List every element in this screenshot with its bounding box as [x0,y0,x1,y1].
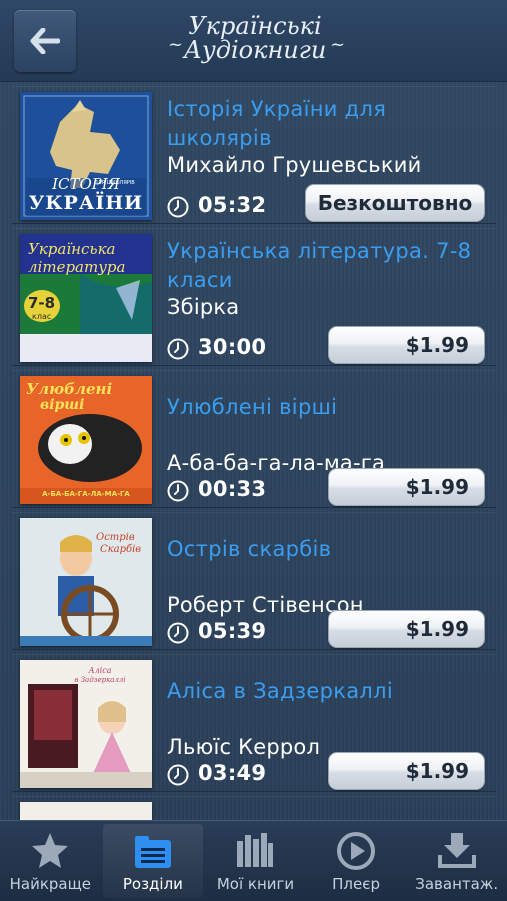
tab-player[interactable]: Плеєр [306,821,407,901]
price-button[interactable]: $1.99 [328,610,485,648]
book-row[interactable]: Острів Скарбів Острів скарбів Роберт Сті… [12,512,496,650]
tab-sections[interactable]: Розділи [102,824,204,898]
cover-subtitle: А-БА-БА-ГА-ЛА-МА-ГА [42,490,130,498]
tab-label: Плеєр [332,875,380,893]
book-cover: Улюблені вірші А-БА-БА-ГА-ЛА-МА-ГА [20,376,152,504]
book-author: Збірка [167,295,240,319]
book-cover: Українська література 7-8 клас [20,234,152,362]
cover-grade-label: клас [32,312,52,321]
book-title[interactable]: Улюблені вірші [167,393,487,422]
cover-grade: 7-8 [28,294,56,312]
cover-title-line-2: в Задзеркаллі [74,676,126,684]
play-icon [337,832,376,870]
back-button[interactable] [14,10,76,72]
download-icon [437,833,476,868]
price-button[interactable]: $1.99 [328,752,485,790]
books-icon [237,833,274,867]
clock-icon [167,622,189,644]
cover-subtitle: ДЛЯ ШКОЛЯРІВ [94,180,135,186]
tab-downloads[interactable]: Завантаж. [406,821,507,901]
book-duration: 00:33 [198,477,267,501]
book-cover: Острів Скарбів [20,518,152,646]
cover-title-line-2: УКРАЇНИ [28,192,144,214]
book-title[interactable]: Острів скарбів [167,535,487,564]
clock-icon [167,196,189,218]
book-cover: ІСТОРІЯ УКРАЇНИ ДЛЯ ШКОЛЯРІВ [20,92,152,220]
star-icon [32,833,69,868]
clock-icon [167,338,189,360]
book-title[interactable]: Українська література. 7-8 класи [167,237,487,295]
price-button[interactable]: Безкоштовно [305,184,485,222]
book-cover [20,802,152,820]
logo-tilde-right: ~ [330,34,346,55]
book-row-partial[interactable] [12,796,496,820]
tab-label: Розділи [122,875,183,893]
book-title[interactable]: Історія України для школярів [167,95,487,153]
cover-title-line-2: вірші [40,397,85,413]
cover-title-line-2: Скарбів [100,544,142,555]
price-button[interactable]: $1.99 [328,326,485,364]
book-cover: Аліса в Задзеркаллі [20,660,152,788]
book-duration: 03:49 [198,761,267,785]
book-row[interactable]: ІСТОРІЯ УКРАЇНИ ДЛЯ ШКОЛЯРІВ Історія Укр… [12,86,496,224]
cover-title-line-1: Українська [28,240,116,258]
clock-icon [167,764,189,786]
tab-label: Завантаж. [415,875,499,893]
tab-best[interactable]: Найкраще [0,821,101,901]
cover-title-line-1: Улюблені [26,380,113,398]
book-author: Льюїс Керрол [167,735,321,759]
price-button[interactable]: $1.99 [328,468,485,506]
logo-tilde-left: ~ [168,34,184,55]
book-row[interactable]: Українська література 7-8 клас Українськ… [12,228,496,366]
nav-header: Українські Аудіокниги ~ ~ [0,0,507,82]
tab-bar: Найкраще Розділи Мої книги Плеєр Заванта… [0,820,507,901]
book-duration: 05:39 [198,619,267,643]
cover-title-line-2: література [28,258,126,276]
cover-title-line-1: Острів [96,532,135,543]
tab-my-books[interactable]: Мої книги [205,821,306,901]
book-duration: 05:32 [198,193,267,217]
book-title[interactable]: Аліса в Задзеркаллі [167,677,487,706]
cover-title-line-1: Аліса [88,666,112,675]
clock-icon [167,480,189,502]
book-row[interactable]: Улюблені вірші А-БА-БА-ГА-ЛА-МА-ГА Улюбл… [12,370,496,508]
back-arrow-icon [30,28,60,54]
book-list[interactable]: ІСТОРІЯ УКРАЇНИ ДЛЯ ШКОЛЯРІВ Історія Укр… [0,82,507,820]
book-row[interactable]: Аліса в Задзеркаллі Аліса в Задзеркаллі … [12,654,496,792]
tab-label: Найкраще [9,875,91,893]
book-duration: 30:00 [198,335,267,359]
book-author: Михайло Грушевський [167,153,422,177]
tab-label: Мої книги [216,875,295,893]
app-logo: Українські Аудіокниги ~ ~ [150,10,360,70]
sections-icon [134,836,171,868]
